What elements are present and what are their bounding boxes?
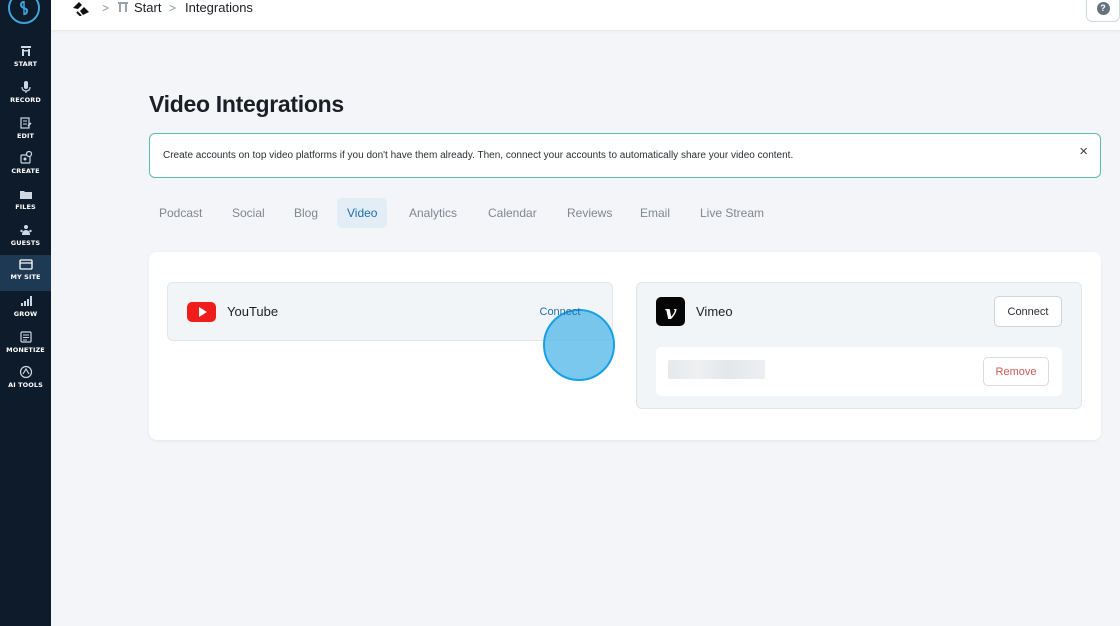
sidebar-item-label: FILES bbox=[15, 203, 36, 211]
sidebar-item-guests[interactable]: GUESTS bbox=[0, 221, 51, 255]
sidebar-item-my-site[interactable]: MY SITE bbox=[0, 255, 51, 291]
guests-icon bbox=[19, 225, 32, 235]
tab-email[interactable]: Email bbox=[630, 198, 680, 228]
sidebar-item-label: AI TOOLS bbox=[8, 381, 43, 389]
tab-analytics[interactable]: Analytics bbox=[399, 198, 467, 228]
vimeo-integration-card: v Vimeo Connect Remove bbox=[636, 282, 1082, 409]
breadcrumb-separator: > bbox=[169, 1, 177, 15]
sidebar-item-record[interactable]: RECORD bbox=[0, 78, 51, 112]
sidebar-item-monetize[interactable]: MONETIZE bbox=[0, 328, 51, 362]
integrations-panel: YouTube Connect v Vimeo Connect Remove bbox=[149, 252, 1101, 440]
start-icon bbox=[118, 2, 128, 12]
tab-podcast[interactable]: Podcast bbox=[149, 198, 212, 228]
tab-video[interactable]: Video bbox=[337, 198, 388, 228]
breadcrumb-current: Integrations bbox=[185, 0, 253, 15]
create-icon bbox=[19, 151, 32, 164]
site-icon bbox=[18, 259, 33, 270]
help-icon: ? bbox=[1096, 1, 1110, 15]
microphone-icon bbox=[20, 81, 31, 93]
sidebar-item-label: CREATE bbox=[11, 167, 40, 175]
vimeo-icon: v bbox=[656, 297, 685, 326]
help-button[interactable]: ? bbox=[1086, 0, 1120, 22]
edit-icon bbox=[19, 117, 32, 129]
banner-text: Create accounts on top video platforms i… bbox=[163, 150, 794, 161]
integration-name: Vimeo bbox=[696, 304, 733, 319]
sidebar-item-edit[interactable]: EDIT bbox=[0, 114, 51, 148]
info-banner: Create accounts on top video platforms i… bbox=[149, 133, 1101, 178]
vimeo-remove-button[interactable]: Remove bbox=[983, 357, 1049, 386]
tab-reviews[interactable]: Reviews bbox=[557, 198, 622, 228]
breadcrumb-start-link[interactable]: Start bbox=[134, 0, 161, 15]
brand-logo-icon[interactable] bbox=[71, 0, 91, 16]
sidebar-item-label: START bbox=[13, 60, 38, 68]
sidebar-item-label: EDIT bbox=[16, 132, 35, 140]
close-icon[interactable]: × bbox=[1079, 143, 1088, 160]
sidebar-item-label: GUESTS bbox=[10, 239, 41, 247]
integration-name: YouTube bbox=[227, 304, 279, 319]
sidebar-item-label: GROW bbox=[13, 310, 38, 318]
breadcrumb-separator: > bbox=[102, 1, 110, 15]
tab-blog[interactable]: Blog bbox=[284, 198, 328, 228]
youtube-icon bbox=[187, 302, 216, 322]
account-name-blurred bbox=[668, 360, 765, 379]
ai-tools-icon bbox=[19, 365, 32, 379]
vimeo-connect-button[interactable]: Connect bbox=[994, 296, 1062, 327]
folder-icon bbox=[19, 191, 32, 199]
tab-calendar[interactable]: Calendar bbox=[478, 198, 547, 228]
page-title: Video Integrations bbox=[149, 91, 344, 117]
youtube-connect-button[interactable]: Connect bbox=[526, 296, 594, 328]
sidebar-item-files[interactable]: FILES bbox=[0, 185, 51, 219]
sidebar-item-create[interactable]: CREATE bbox=[0, 149, 51, 183]
sidebar-item-grow[interactable]: GROW bbox=[0, 292, 51, 326]
start-icon bbox=[20, 46, 31, 56]
sidebar-item-start[interactable]: START bbox=[0, 42, 51, 76]
top-bar: > Start > Integrations ? bbox=[51, 0, 1120, 30]
tab-live-stream[interactable]: Live Stream bbox=[690, 198, 774, 228]
sidebar: START RECORD EDIT CREATE FILES GUESTS MY… bbox=[0, 0, 51, 626]
grow-icon bbox=[20, 296, 32, 306]
connected-account-row: Remove bbox=[656, 347, 1062, 396]
tab-social[interactable]: Social bbox=[222, 198, 275, 228]
youtube-integration-card: YouTube Connect bbox=[167, 282, 615, 381]
app-logo-icon[interactable] bbox=[8, 0, 40, 24]
sidebar-item-label: MY SITE bbox=[10, 273, 41, 281]
sidebar-item-label: RECORD bbox=[10, 96, 41, 104]
sidebar-item-ai-tools[interactable]: AI TOOLS bbox=[0, 363, 51, 397]
monetize-icon bbox=[19, 331, 32, 343]
sidebar-item-label: MONETIZE bbox=[6, 346, 45, 354]
